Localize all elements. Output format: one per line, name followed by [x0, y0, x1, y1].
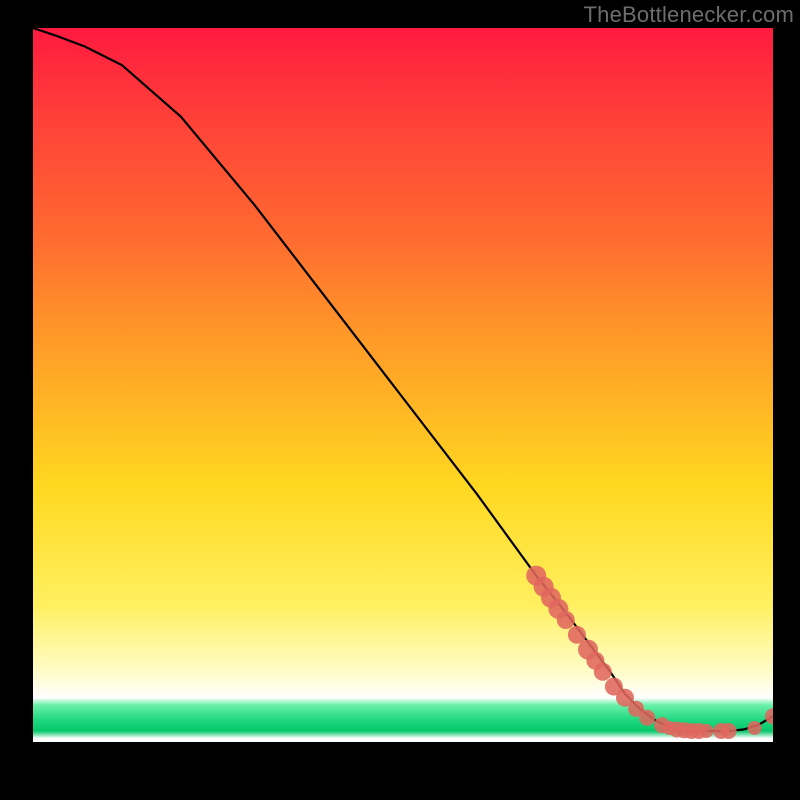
data-marker	[699, 724, 713, 738]
plot-area	[33, 28, 773, 768]
data-marker	[639, 710, 655, 726]
data-marker	[765, 708, 773, 724]
marker-group	[526, 566, 773, 739]
chart-frame: TheBottlenecker.com	[0, 0, 800, 800]
data-marker	[557, 611, 575, 629]
watermark-text: TheBottlenecker.com	[584, 2, 794, 28]
data-marker	[594, 663, 612, 681]
chart-svg	[33, 28, 773, 768]
data-marker	[748, 721, 762, 735]
data-marker	[721, 723, 737, 739]
curve-line	[33, 28, 773, 731]
